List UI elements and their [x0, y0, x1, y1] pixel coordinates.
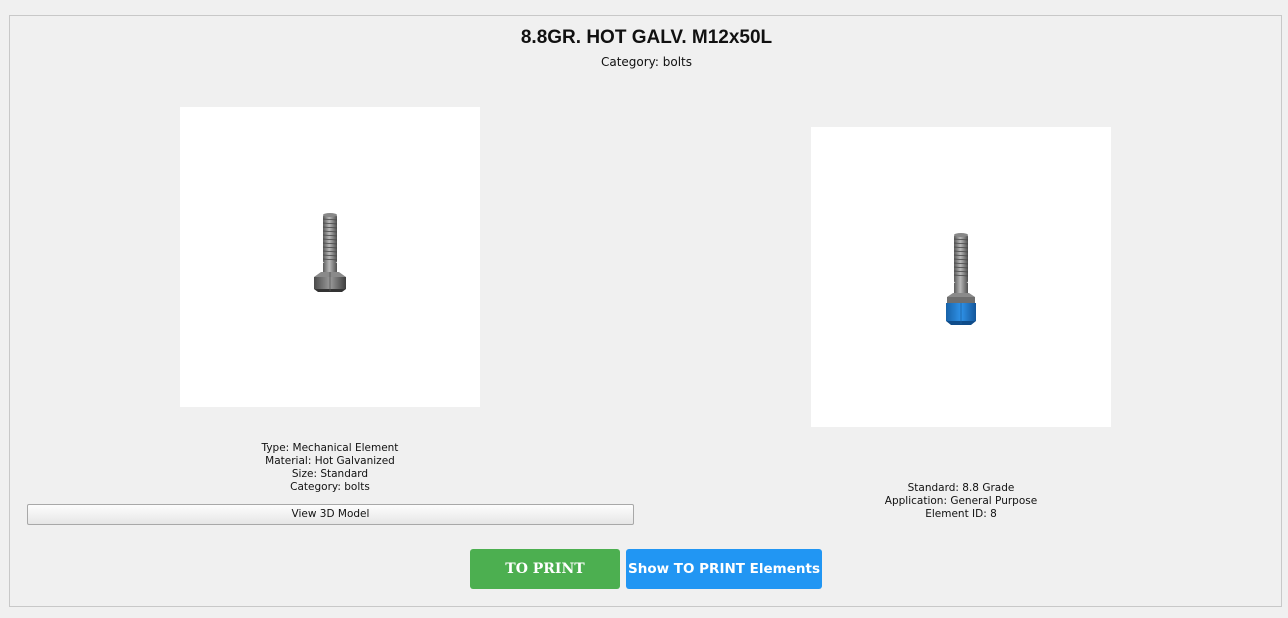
product-panel: 8.8GR. HOT GALV. M12x50L Category: bolts: [9, 15, 1282, 607]
detail-type: Type: Mechanical Element: [261, 442, 399, 454]
detail-category: Category: bolts: [290, 481, 370, 493]
element-details: Type: Mechanical Element Material: Hot G…: [180, 442, 480, 494]
bolt-highlighted-image: [811, 127, 1111, 427]
product-title: 8.8GR. HOT GALV. M12x50L: [520, 27, 773, 48]
bolt-nut-icon: [946, 233, 976, 325]
to-print-button[interactable]: TO PRINT: [470, 549, 620, 589]
detail-size: Size: Standard: [291, 468, 369, 480]
bolt-icon: [314, 213, 346, 292]
product-category: Category: bolts: [600, 55, 693, 69]
show-to-print-elements-button[interactable]: Show TO PRINT Elements: [626, 549, 822, 589]
detail-standard: Standard: 8.8 Grade: [907, 482, 1015, 494]
bolt-image: [180, 107, 480, 407]
element-specs: Standard: 8.8 Grade Application: General…: [811, 482, 1111, 521]
detail-application: Application: General Purpose: [884, 495, 1038, 507]
view-3d-model-button[interactable]: View 3D Model: [27, 504, 634, 525]
detail-element-id: Element ID: 8: [925, 508, 997, 520]
detail-material: Material: Hot Galvanized: [265, 455, 395, 467]
